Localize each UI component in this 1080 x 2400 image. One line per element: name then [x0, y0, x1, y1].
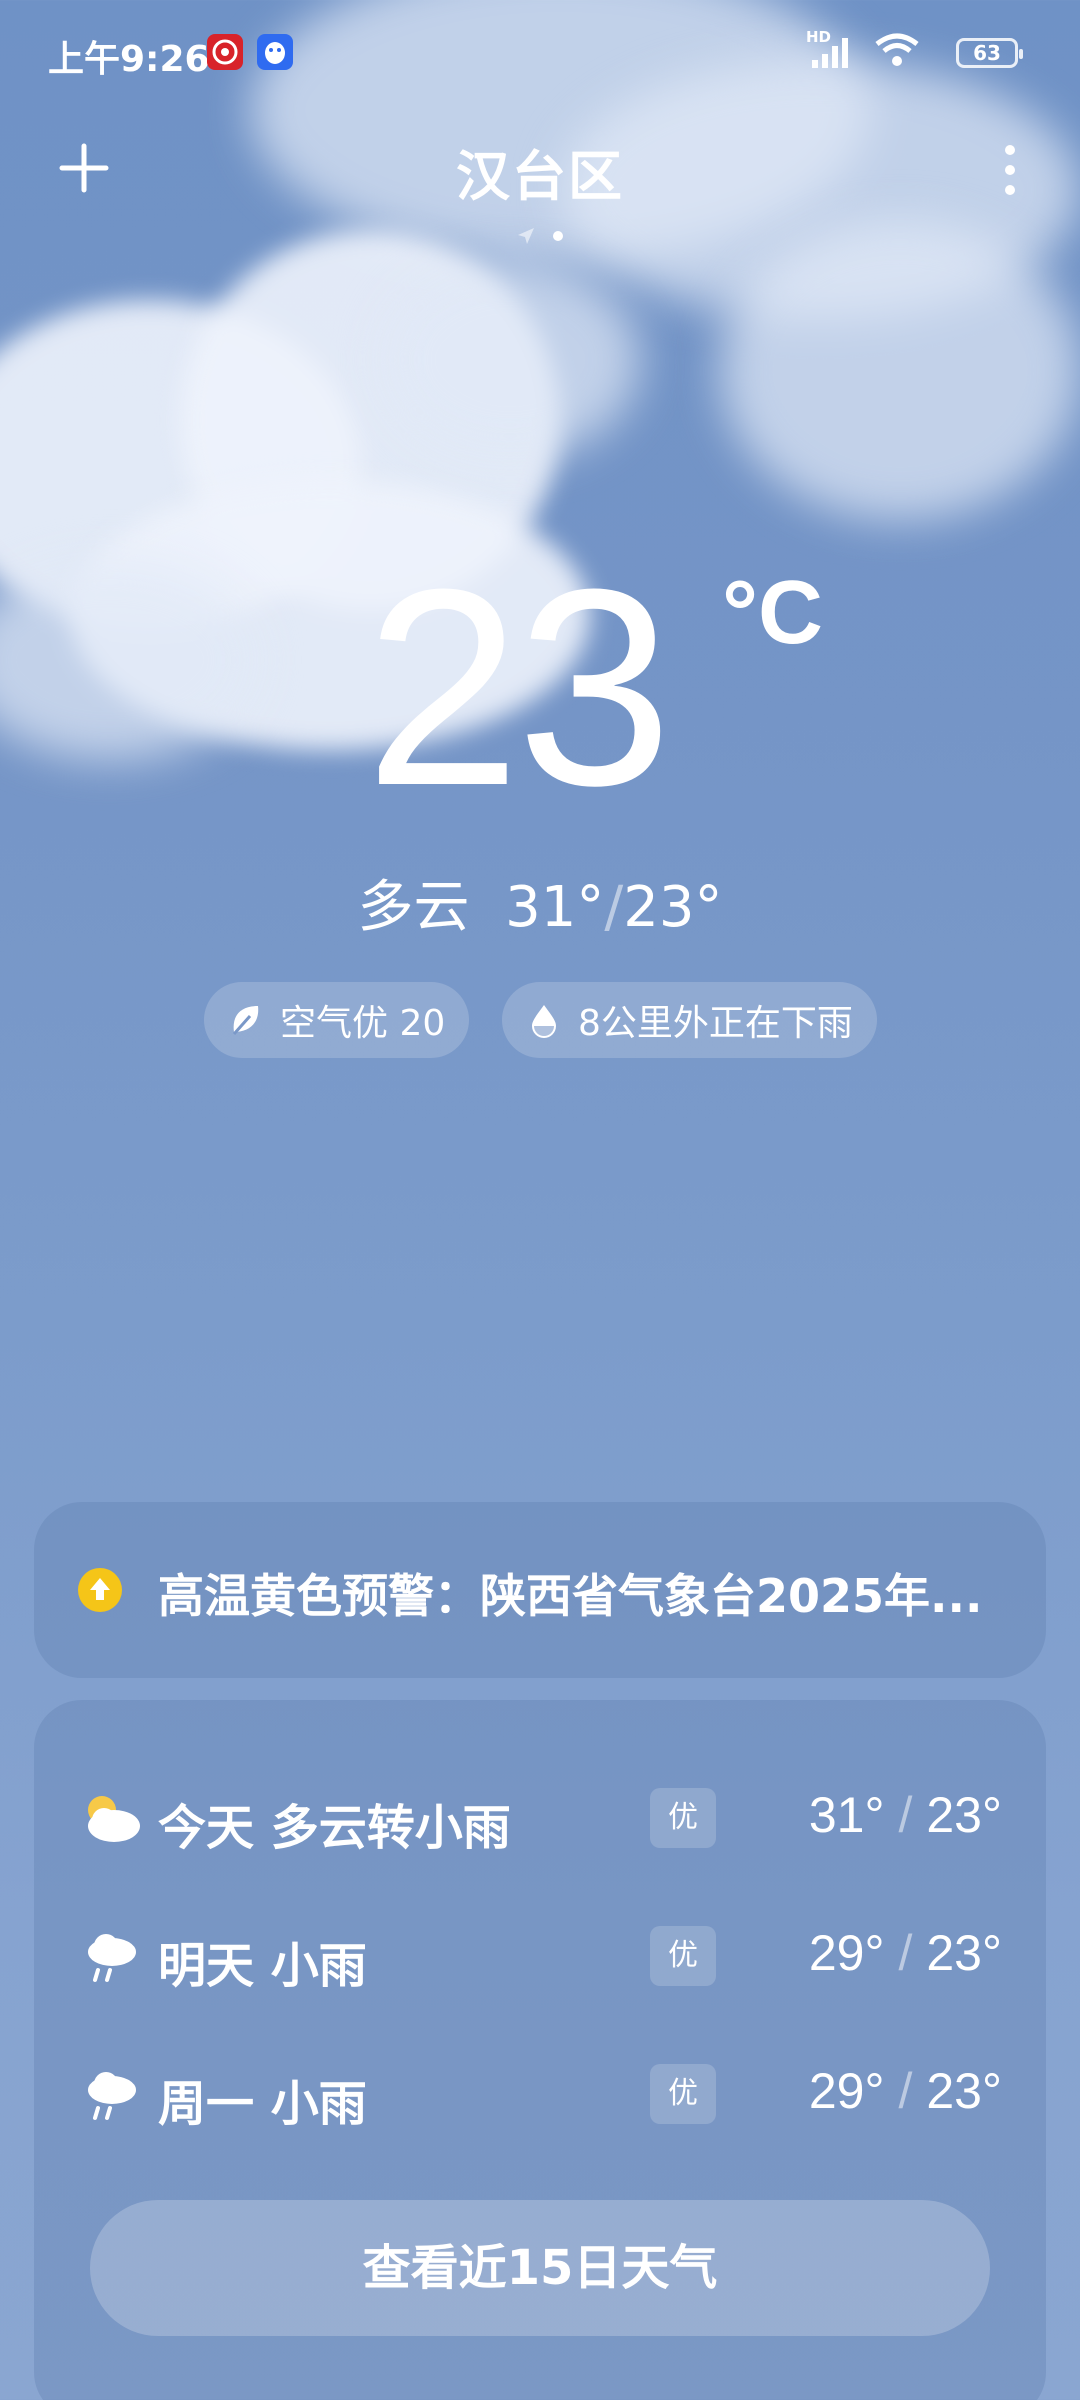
status-bar: 上午9:26 HD 63 — [0, 0, 1080, 110]
aqi-badge: 优 — [650, 1788, 716, 1848]
hd-signal-icon: HD — [806, 28, 858, 70]
view-15-day-forecast-button[interactable]: 查看近15日天气 — [90, 2200, 990, 2336]
forecast-row-today[interactable]: 今天 多云转小雨 优 31°/23° — [34, 1768, 1046, 1868]
rain-notice-pill[interactable]: 8公里外正在下雨 — [502, 982, 877, 1058]
cloudy-sun-icon — [78, 1788, 144, 1848]
location-arrow-icon — [518, 228, 534, 244]
condition-text: 多云 — [357, 875, 470, 940]
notification-qq-icon — [257, 34, 293, 70]
forecast-row-monday[interactable]: 周一 小雨 优 29°/23° — [34, 2044, 1046, 2144]
forecast-day-label: 今天 多云转小雨 — [158, 1800, 511, 1856]
forecast-card: 今天 多云转小雨 优 31°/23° 明天 小雨 优 29°/23° 周一 小雨… — [34, 1700, 1046, 2400]
forecast-low: 23° — [926, 2063, 1002, 2119]
forecast-day-label: 周一 小雨 — [158, 2076, 367, 2132]
forecast-high: 29° — [808, 2063, 885, 2119]
light-rain-icon — [78, 1926, 144, 1986]
raindrop-icon — [532, 1005, 556, 1038]
forecast-temp-range: 29°/23° — [809, 1924, 1002, 1982]
status-time: 上午9:26 — [48, 39, 210, 80]
temperature-unit: °C — [722, 563, 823, 663]
temp-separator: / — [604, 875, 624, 940]
rain-notice-text: 8公里外正在下雨 — [578, 1003, 853, 1044]
more-options-button[interactable] — [990, 140, 1030, 200]
air-quality-text: 空气优 20 — [280, 1003, 446, 1044]
current-temperature: 23 — [365, 532, 672, 844]
page-dot — [553, 231, 563, 241]
more-vertical-icon — [1005, 145, 1015, 195]
forecast-temp-range: 29°/23° — [809, 2062, 1002, 2120]
forecast-high: 29° — [808, 1925, 885, 1981]
aqi-badge: 优 — [650, 1926, 716, 1986]
today-high: 31° — [505, 875, 605, 940]
temp-separator: / — [898, 1787, 913, 1843]
forecast-row-tomorrow[interactable]: 明天 小雨 优 29°/23° — [34, 1906, 1046, 2006]
temp-separator: / — [898, 1925, 913, 1981]
city-title[interactable]: 汉台区 — [0, 132, 1080, 211]
leaf-icon — [232, 1006, 259, 1035]
battery-indicator: 63 — [956, 38, 1023, 68]
aqi-badge: 优 — [650, 2064, 716, 2124]
light-rain-icon — [78, 2064, 144, 2124]
forecast-temp-range: 31°/23° — [809, 1786, 1002, 1844]
warning-arrow-icon — [78, 1568, 122, 1612]
forecast-high: 31° — [808, 1787, 885, 1843]
page-indicator — [0, 226, 1080, 246]
weather-warning-card[interactable]: 高温黄色预警：陕西省气象台2025年... — [34, 1502, 1046, 1678]
warning-text: 高温黄色预警：陕西省气象台2025年... — [158, 1569, 983, 1623]
notification-app-icon — [207, 34, 243, 70]
temp-separator: / — [898, 2063, 913, 2119]
forecast-day-label: 明天 小雨 — [158, 1938, 367, 1994]
wifi-icon — [874, 32, 920, 72]
forecast-low: 23° — [926, 1925, 1002, 1981]
air-quality-pill[interactable]: 空气优 20 — [204, 982, 470, 1058]
weather-summary: 多云 31°/23° — [0, 862, 1080, 943]
today-low: 23° — [623, 875, 723, 940]
forecast-low: 23° — [926, 1787, 1002, 1843]
